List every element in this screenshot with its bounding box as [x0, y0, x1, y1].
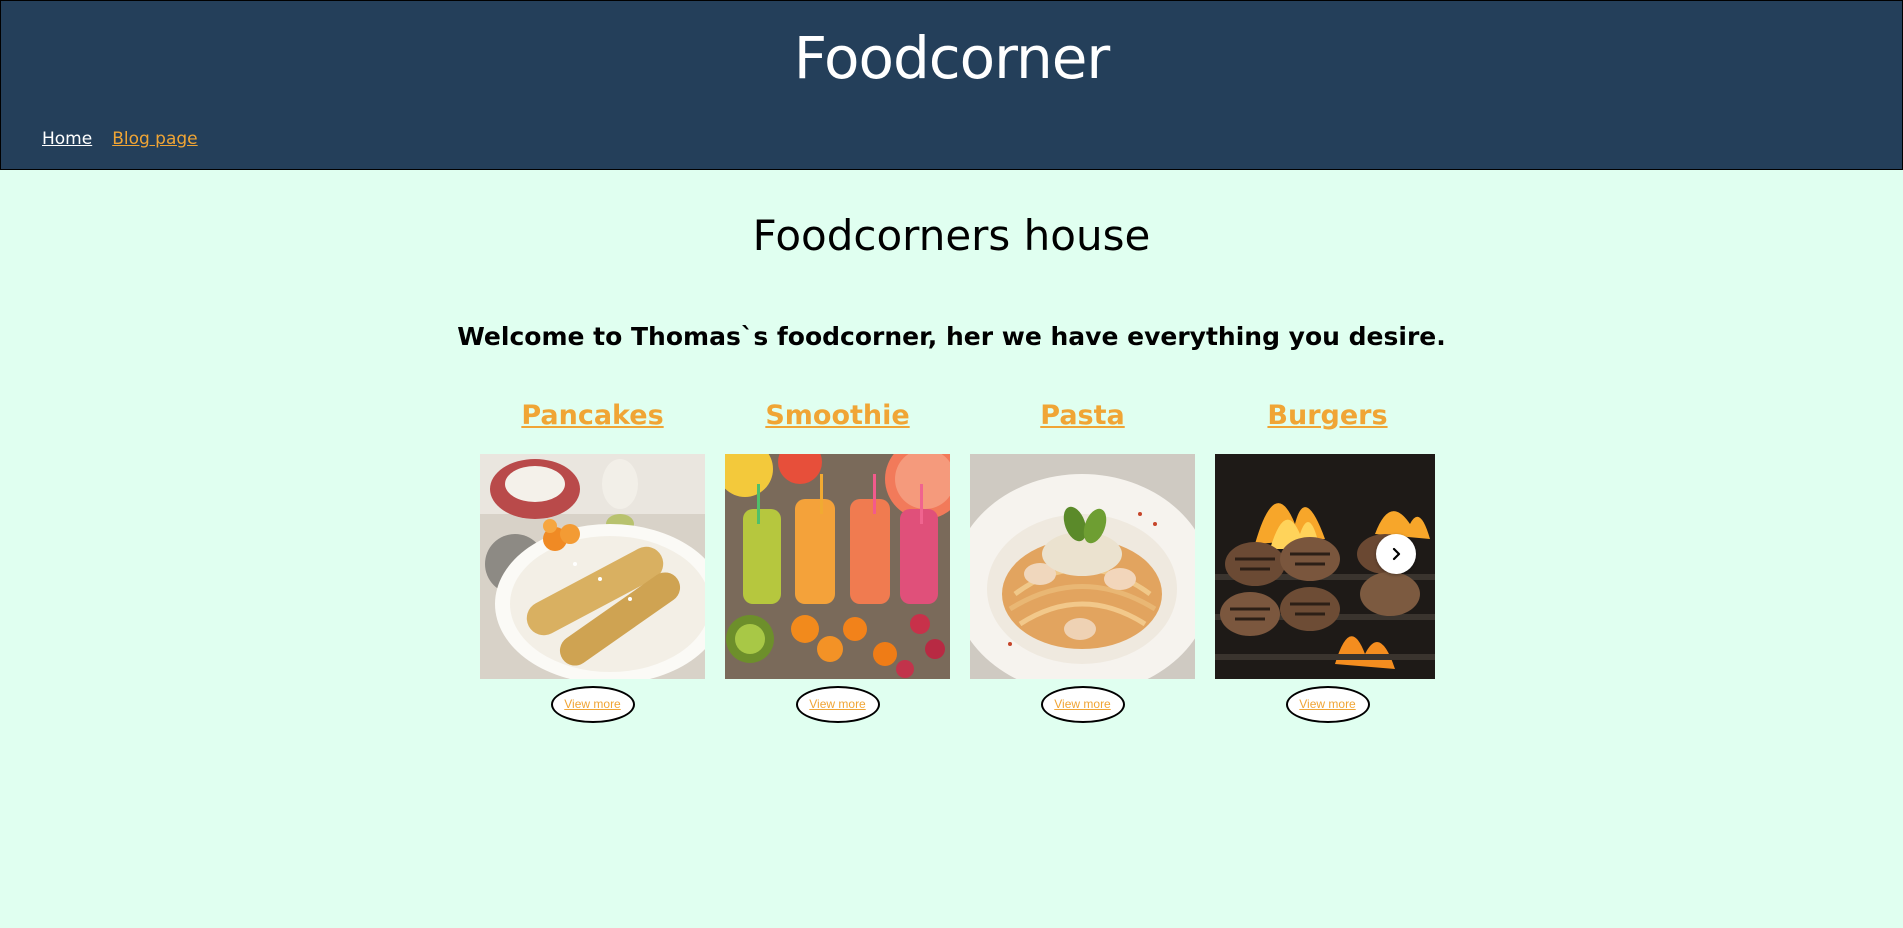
view-more-button-pancakes[interactable]: View more	[550, 686, 635, 723]
burgers-photo	[1215, 454, 1435, 679]
pancakes-photo	[480, 454, 705, 679]
site-header: Foodcorner Home Blog page	[0, 0, 1903, 170]
main-nav: Home Blog page	[42, 129, 198, 149]
food-card-pancakes: Pancakes View more	[480, 398, 705, 723]
food-card-smoothie: Smoothie View more	[725, 398, 950, 723]
nav-link-blog[interactable]: Blog page	[112, 129, 197, 149]
card-title-pancakes[interactable]: Pancakes	[480, 398, 705, 434]
carousel-next-button[interactable]	[1376, 534, 1416, 574]
card-title-burgers[interactable]: Burgers	[1215, 398, 1440, 434]
smoothie-photo	[725, 454, 950, 679]
view-more-button-burgers[interactable]: View more	[1285, 686, 1370, 723]
food-card-pasta: Pasta View more	[970, 398, 1195, 723]
view-more-button-pasta[interactable]: View more	[1040, 686, 1125, 723]
card-title-smoothie[interactable]: Smoothie	[725, 398, 950, 434]
page-heading: Foodcorners house	[752, 211, 1151, 260]
pasta-photo	[970, 454, 1195, 679]
chevron-right-icon	[1392, 547, 1401, 561]
card-title-pasta[interactable]: Pasta	[970, 398, 1195, 434]
view-more-button-smoothie[interactable]: View more	[795, 686, 880, 723]
nav-link-home[interactable]: Home	[42, 129, 92, 149]
site-title: Foodcorner	[793, 24, 1111, 92]
welcome-text: Welcome to Thomas`s foodcorner, her we h…	[457, 322, 1446, 351]
food-card-burgers: Burgers View more	[1215, 398, 1440, 723]
